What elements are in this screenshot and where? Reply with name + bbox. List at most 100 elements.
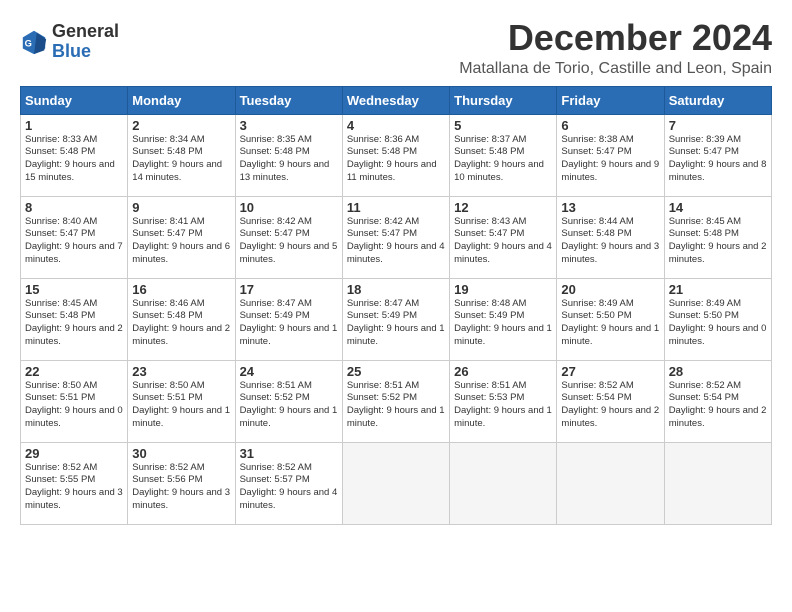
calendar-cell: 10Sunrise: 8:42 AMSunset: 5:47 PMDayligh…	[235, 196, 342, 278]
day-number: 31	[240, 446, 338, 461]
calendar-cell: 4Sunrise: 8:36 AMSunset: 5:48 PMDaylight…	[342, 114, 449, 196]
title-block: December 2024 Matallana de Torio, Castil…	[459, 18, 772, 78]
day-info: Sunrise: 8:38 AMSunset: 5:47 PMDaylight:…	[561, 134, 659, 183]
calendar-weekday-sunday: Sunday	[21, 86, 128, 114]
page-container: G General Blue December 2024 Matallana d…	[0, 0, 792, 535]
day-number: 20	[561, 282, 659, 297]
day-number: 3	[240, 118, 338, 133]
calendar-table: SundayMondayTuesdayWednesdayThursdayFrid…	[20, 86, 772, 525]
calendar-cell: 21Sunrise: 8:49 AMSunset: 5:50 PMDayligh…	[664, 278, 771, 360]
day-info: Sunrise: 8:50 AMSunset: 5:51 PMDaylight:…	[25, 380, 123, 429]
day-number: 21	[669, 282, 767, 297]
day-info: Sunrise: 8:37 AMSunset: 5:48 PMDaylight:…	[454, 134, 544, 183]
day-info: Sunrise: 8:43 AMSunset: 5:47 PMDaylight:…	[454, 216, 552, 265]
logo: G General Blue	[20, 22, 119, 62]
day-info: Sunrise: 8:47 AMSunset: 5:49 PMDaylight:…	[347, 298, 445, 347]
calendar-cell: 27Sunrise: 8:52 AMSunset: 5:54 PMDayligh…	[557, 360, 664, 442]
day-number: 28	[669, 364, 767, 379]
day-info: Sunrise: 8:34 AMSunset: 5:48 PMDaylight:…	[132, 134, 222, 183]
day-info: Sunrise: 8:49 AMSunset: 5:50 PMDaylight:…	[669, 298, 767, 347]
day-info: Sunrise: 8:35 AMSunset: 5:48 PMDaylight:…	[240, 134, 330, 183]
day-info: Sunrise: 8:39 AMSunset: 5:47 PMDaylight:…	[669, 134, 767, 183]
day-number: 27	[561, 364, 659, 379]
calendar-cell: 6Sunrise: 8:38 AMSunset: 5:47 PMDaylight…	[557, 114, 664, 196]
calendar-cell	[450, 442, 557, 524]
day-info: Sunrise: 8:52 AMSunset: 5:54 PMDaylight:…	[561, 380, 659, 429]
calendar-row-4: 22Sunrise: 8:50 AMSunset: 5:51 PMDayligh…	[21, 360, 772, 442]
day-info: Sunrise: 8:42 AMSunset: 5:47 PMDaylight:…	[347, 216, 445, 265]
header: G General Blue December 2024 Matallana d…	[20, 18, 772, 78]
day-info: Sunrise: 8:52 AMSunset: 5:56 PMDaylight:…	[132, 462, 230, 511]
svg-text:G: G	[25, 38, 32, 48]
day-info: Sunrise: 8:48 AMSunset: 5:49 PMDaylight:…	[454, 298, 552, 347]
calendar-weekday-wednesday: Wednesday	[342, 86, 449, 114]
day-number: 18	[347, 282, 445, 297]
day-number: 15	[25, 282, 123, 297]
day-number: 5	[454, 118, 552, 133]
calendar-cell: 1Sunrise: 8:33 AMSunset: 5:48 PMDaylight…	[21, 114, 128, 196]
calendar-weekday-thursday: Thursday	[450, 86, 557, 114]
calendar-weekday-tuesday: Tuesday	[235, 86, 342, 114]
calendar-cell: 28Sunrise: 8:52 AMSunset: 5:54 PMDayligh…	[664, 360, 771, 442]
day-number: 6	[561, 118, 659, 133]
calendar-row-3: 15Sunrise: 8:45 AMSunset: 5:48 PMDayligh…	[21, 278, 772, 360]
calendar-cell	[664, 442, 771, 524]
calendar-cell: 3Sunrise: 8:35 AMSunset: 5:48 PMDaylight…	[235, 114, 342, 196]
calendar-cell: 29Sunrise: 8:52 AMSunset: 5:55 PMDayligh…	[21, 442, 128, 524]
day-info: Sunrise: 8:44 AMSunset: 5:48 PMDaylight:…	[561, 216, 659, 265]
day-info: Sunrise: 8:51 AMSunset: 5:53 PMDaylight:…	[454, 380, 552, 429]
calendar-cell	[557, 442, 664, 524]
day-info: Sunrise: 8:41 AMSunset: 5:47 PMDaylight:…	[132, 216, 230, 265]
calendar-cell: 12Sunrise: 8:43 AMSunset: 5:47 PMDayligh…	[450, 196, 557, 278]
location-title: Matallana de Torio, Castille and Leon, S…	[459, 60, 772, 78]
calendar-cell: 9Sunrise: 8:41 AMSunset: 5:47 PMDaylight…	[128, 196, 235, 278]
calendar-cell: 5Sunrise: 8:37 AMSunset: 5:48 PMDaylight…	[450, 114, 557, 196]
calendar-cell: 24Sunrise: 8:51 AMSunset: 5:52 PMDayligh…	[235, 360, 342, 442]
calendar-cell: 26Sunrise: 8:51 AMSunset: 5:53 PMDayligh…	[450, 360, 557, 442]
day-number: 26	[454, 364, 552, 379]
day-number: 16	[132, 282, 230, 297]
calendar-cell: 8Sunrise: 8:40 AMSunset: 5:47 PMDaylight…	[21, 196, 128, 278]
calendar-cell: 7Sunrise: 8:39 AMSunset: 5:47 PMDaylight…	[664, 114, 771, 196]
month-title: December 2024	[459, 18, 772, 58]
day-info: Sunrise: 8:36 AMSunset: 5:48 PMDaylight:…	[347, 134, 437, 183]
calendar-weekday-saturday: Saturday	[664, 86, 771, 114]
logo-icon: G	[20, 28, 48, 56]
calendar-cell: 19Sunrise: 8:48 AMSunset: 5:49 PMDayligh…	[450, 278, 557, 360]
day-info: Sunrise: 8:50 AMSunset: 5:51 PMDaylight:…	[132, 380, 230, 429]
day-info: Sunrise: 8:45 AMSunset: 5:48 PMDaylight:…	[25, 298, 123, 347]
day-info: Sunrise: 8:52 AMSunset: 5:57 PMDaylight:…	[240, 462, 338, 511]
day-number: 8	[25, 200, 123, 215]
day-info: Sunrise: 8:40 AMSunset: 5:47 PMDaylight:…	[25, 216, 123, 265]
day-number: 19	[454, 282, 552, 297]
day-info: Sunrise: 8:52 AMSunset: 5:55 PMDaylight:…	[25, 462, 123, 511]
calendar-cell: 25Sunrise: 8:51 AMSunset: 5:52 PMDayligh…	[342, 360, 449, 442]
day-info: Sunrise: 8:46 AMSunset: 5:48 PMDaylight:…	[132, 298, 230, 347]
day-number: 13	[561, 200, 659, 215]
day-info: Sunrise: 8:45 AMSunset: 5:48 PMDaylight:…	[669, 216, 767, 265]
day-info: Sunrise: 8:52 AMSunset: 5:54 PMDaylight:…	[669, 380, 767, 429]
day-info: Sunrise: 8:42 AMSunset: 5:47 PMDaylight:…	[240, 216, 338, 265]
day-number: 14	[669, 200, 767, 215]
calendar-cell: 30Sunrise: 8:52 AMSunset: 5:56 PMDayligh…	[128, 442, 235, 524]
logo-blue: Blue	[52, 41, 91, 61]
calendar-cell: 31Sunrise: 8:52 AMSunset: 5:57 PMDayligh…	[235, 442, 342, 524]
day-number: 2	[132, 118, 230, 133]
day-number: 7	[669, 118, 767, 133]
day-number: 30	[132, 446, 230, 461]
calendar-cell	[342, 442, 449, 524]
calendar-cell: 16Sunrise: 8:46 AMSunset: 5:48 PMDayligh…	[128, 278, 235, 360]
calendar-row-2: 8Sunrise: 8:40 AMSunset: 5:47 PMDaylight…	[21, 196, 772, 278]
day-number: 29	[25, 446, 123, 461]
calendar-cell: 14Sunrise: 8:45 AMSunset: 5:48 PMDayligh…	[664, 196, 771, 278]
calendar-weekday-friday: Friday	[557, 86, 664, 114]
calendar-cell: 2Sunrise: 8:34 AMSunset: 5:48 PMDaylight…	[128, 114, 235, 196]
logo-text: General Blue	[52, 22, 119, 62]
day-number: 1	[25, 118, 123, 133]
day-number: 12	[454, 200, 552, 215]
day-number: 9	[132, 200, 230, 215]
calendar-row-5: 29Sunrise: 8:52 AMSunset: 5:55 PMDayligh…	[21, 442, 772, 524]
day-info: Sunrise: 8:51 AMSunset: 5:52 PMDaylight:…	[240, 380, 338, 429]
calendar-cell: 22Sunrise: 8:50 AMSunset: 5:51 PMDayligh…	[21, 360, 128, 442]
calendar-cell: 23Sunrise: 8:50 AMSunset: 5:51 PMDayligh…	[128, 360, 235, 442]
